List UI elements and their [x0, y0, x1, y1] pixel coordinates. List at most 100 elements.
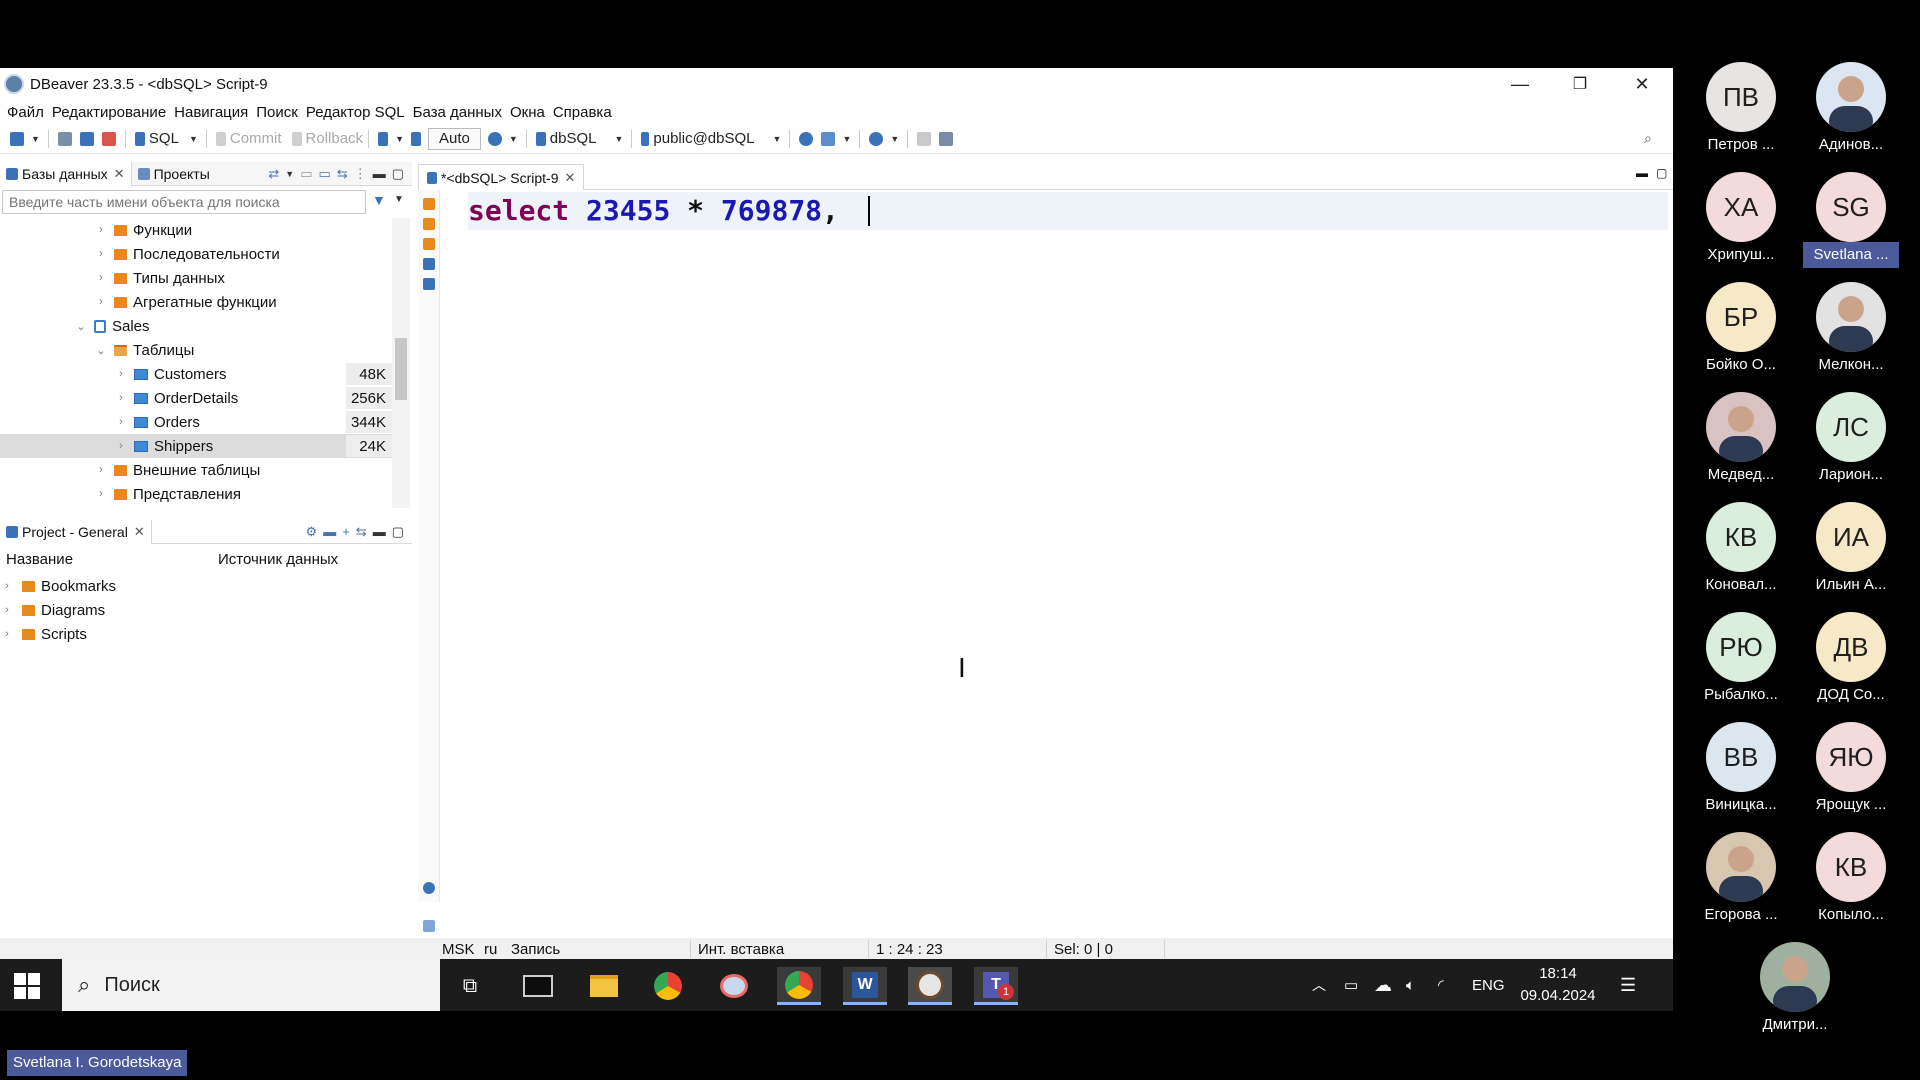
chevron-right-icon[interactable]: › — [114, 392, 128, 404]
close-icon[interactable]: ✕ — [565, 170, 576, 186]
maximize-panel-icon[interactable]: ▢ — [392, 524, 404, 540]
participant-tile[interactable]: ХА Хрипуш... — [1686, 172, 1796, 282]
project-item[interactable]: › Scripts — [0, 622, 87, 646]
tab-project-general[interactable]: Project - General ✕ — [0, 519, 152, 544]
format-icon[interactable] — [423, 258, 435, 270]
sql-button[interactable]: SQL — [149, 130, 179, 147]
layout-icon[interactable] — [917, 131, 932, 146]
script-panel-icon[interactable] — [423, 920, 435, 932]
execute-statement-icon[interactable] — [423, 198, 435, 210]
chevron-down-icon[interactable]: ▼ — [842, 134, 851, 144]
commit-icon[interactable] — [215, 131, 226, 146]
chevron-down-icon[interactable]: ▼ — [285, 169, 294, 179]
explain-plan-icon[interactable] — [423, 238, 435, 250]
close-icon[interactable]: ✕ — [114, 166, 125, 182]
close-icon[interactable]: ✕ — [134, 524, 145, 540]
sql-code[interactable]: select 23455 * 769878, — [468, 194, 839, 228]
menu-database[interactable]: База данных — [413, 104, 502, 121]
chrome-active-icon[interactable] — [777, 967, 821, 1005]
execute-script-icon[interactable] — [423, 218, 435, 230]
chevron-right-icon[interactable]: › — [94, 488, 108, 500]
tree-node[interactable]: › Shippers 24K — [0, 434, 392, 458]
rollback-icon[interactable] — [291, 131, 302, 146]
minimize-editor-icon[interactable]: ▬ — [1636, 166, 1648, 180]
tab-databases[interactable]: Базы данных ✕ — [0, 161, 132, 186]
volume-icon[interactable]: 🔈︎ — [1406, 959, 1415, 1011]
tree-node[interactable]: › OrderDetails 256K — [0, 386, 392, 410]
participant-tile[interactable]: БР Бойко О... — [1686, 282, 1796, 392]
menu-sql-editor[interactable]: Редактор SQL — [306, 104, 405, 121]
tree-node[interactable]: › Агрегатные функции — [0, 290, 392, 314]
participant-tile[interactable]: SG Svetlana ... — [1796, 172, 1906, 282]
tab-projects[interactable]: Проекты — [132, 162, 216, 186]
maximize-panel-icon[interactable]: ▢ — [392, 166, 404, 182]
chevron-right-icon[interactable]: › — [0, 580, 14, 592]
chevron-down-icon[interactable]: ▼ — [773, 134, 782, 144]
tree-node[interactable]: ⌄ Sales — [0, 314, 392, 338]
menu-navigate[interactable]: Навигация — [174, 104, 248, 121]
chevron-right-icon[interactable]: › — [0, 604, 14, 616]
participant-tile[interactable]: Мелкон... — [1796, 282, 1906, 392]
chevron-down-icon[interactable]: ▼ — [31, 134, 40, 144]
chevron-right-icon[interactable]: › — [114, 440, 128, 452]
chevron-right-icon[interactable]: › — [114, 368, 128, 380]
chevron-right-icon[interactable]: › — [94, 296, 108, 308]
gear-icon[interactable]: ⚙ — [306, 524, 318, 540]
link-icon[interactable]: ⇆ — [356, 524, 367, 540]
menu-icon[interactable]: ⋮ — [354, 166, 367, 182]
navigator-scrollbar[interactable] — [392, 218, 410, 508]
tree-node[interactable]: › Представления — [0, 482, 392, 506]
new-folder-icon[interactable]: ▭ — [300, 166, 312, 182]
participant-tile[interactable]: ДВ ДОД Со... — [1796, 612, 1906, 722]
paint-app-icon[interactable] — [712, 967, 756, 1005]
chevron-up-icon[interactable]: ︿ — [1312, 959, 1326, 1011]
word-icon[interactable]: W — [843, 967, 887, 1005]
menu-help[interactable]: Справка — [553, 104, 612, 121]
tree-node[interactable]: › Orders 344K — [0, 410, 392, 434]
chevron-right-icon[interactable]: › — [94, 248, 108, 260]
schema-selector[interactable]: public@dbSQL — [653, 130, 754, 147]
minimize-button[interactable]: — — [1490, 68, 1550, 100]
maximize-editor-icon[interactable]: ▢ — [1656, 166, 1667, 180]
history-icon[interactable] — [487, 131, 502, 146]
schema-icon[interactable] — [641, 131, 650, 146]
participant-tile[interactable]: Дмитри... — [1740, 942, 1850, 1052]
chevron-down-icon[interactable]: ▼ — [394, 194, 404, 205]
chevron-down-icon[interactable]: ▼ — [890, 134, 899, 144]
teams-icon[interactable]: T 1 — [974, 967, 1018, 1005]
chevron-right-icon[interactable]: › — [94, 464, 108, 476]
chrome-icon[interactable] — [646, 967, 690, 1005]
commit-button[interactable]: Commit — [230, 130, 282, 147]
editor-tab-script[interactable]: *<dbSQL> Script-9 ✕ — [418, 164, 585, 190]
column-name[interactable]: Название — [6, 551, 73, 568]
perspective-icon[interactable] — [939, 131, 954, 146]
chevron-down-icon[interactable]: ▼ — [509, 134, 518, 144]
chevron-down-icon[interactable]: ⌄ — [74, 320, 88, 333]
connect-icon[interactable] — [57, 131, 72, 146]
menu-edit[interactable]: Редактирование — [52, 104, 166, 121]
project-item[interactable]: › Diagrams — [0, 598, 105, 622]
close-button[interactable]: ✕ — [1612, 68, 1672, 100]
column-datasource[interactable]: Источник данных — [218, 551, 338, 568]
output-icon[interactable] — [423, 278, 435, 290]
new-connection-icon[interactable] — [10, 131, 24, 146]
tree-node[interactable]: › Последовательности — [0, 242, 392, 266]
project-item[interactable]: › Bookmarks — [0, 574, 116, 598]
object-search-input[interactable] — [2, 190, 366, 214]
chevron-down-icon[interactable]: ▼ — [614, 134, 623, 144]
tree-node[interactable]: ⌄ Таблицы — [0, 338, 392, 362]
tree-node[interactable]: › Типы данных — [0, 266, 392, 290]
participant-tile[interactable]: Адинов... — [1796, 62, 1906, 172]
refresh-icon[interactable] — [799, 131, 814, 146]
taskbar-search-box[interactable]: ⌕ Поиск — [62, 959, 440, 1011]
global-search-icon[interactable]: ⌕ — [1644, 130, 1652, 147]
participant-tile[interactable]: ИА Ильин А... — [1796, 502, 1906, 612]
chevron-right-icon[interactable]: › — [114, 416, 128, 428]
transaction-mode-icon[interactable] — [378, 131, 389, 146]
collapse-icon[interactable]: ▭ — [319, 166, 331, 182]
gear-icon[interactable] — [423, 882, 435, 894]
battery-icon[interactable]: ▭ — [1344, 959, 1358, 1011]
restore-button[interactable]: ❐ — [1550, 68, 1610, 100]
terminal-app-icon[interactable] — [516, 967, 560, 1005]
connect-icon[interactable]: ⇄ — [268, 166, 279, 182]
